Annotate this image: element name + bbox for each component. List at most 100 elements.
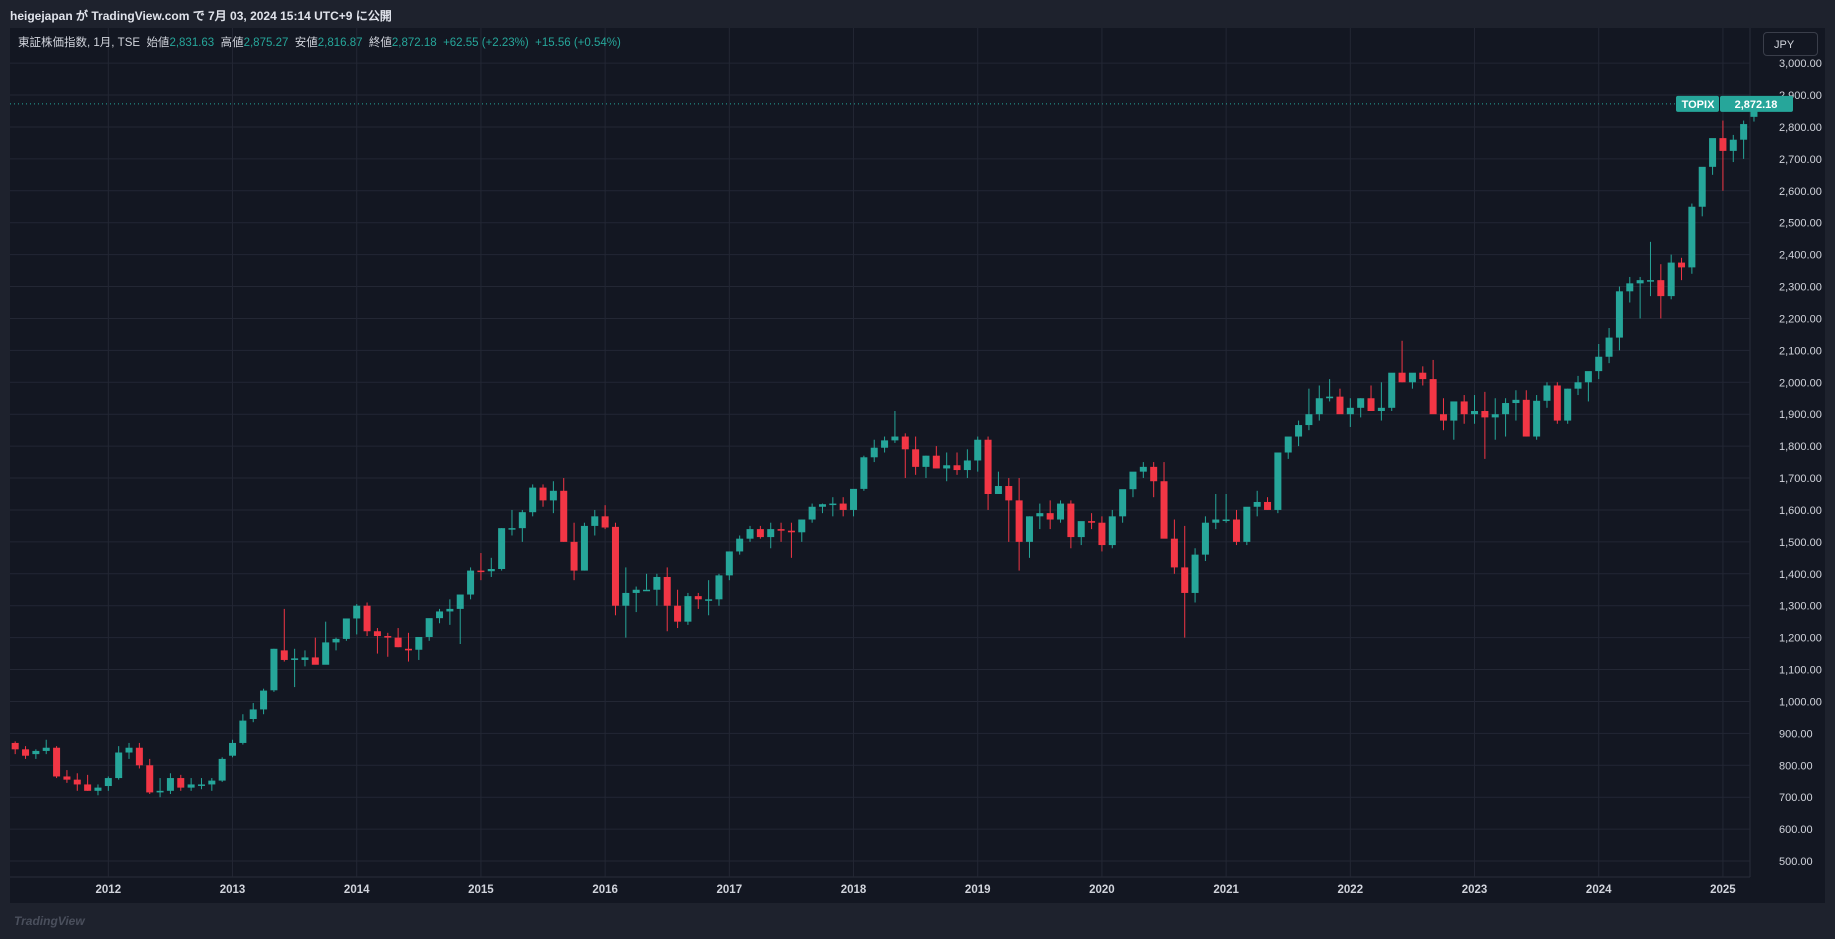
- candle-body: [115, 752, 123, 779]
- price-tick-label: 1,000.00: [1779, 696, 1822, 708]
- candle-body: [1419, 372, 1427, 380]
- candle-body: [487, 568, 495, 572]
- candle-body: [1274, 452, 1282, 510]
- candle-body: [901, 436, 909, 450]
- time-tick-label: 2019: [965, 884, 991, 896]
- candle-body: [1678, 262, 1686, 268]
- time-axis[interactable]: 2012 2013 2014 2015 2016 2017 2018 2019 2020 2021…: [96, 884, 1737, 896]
- candle-body: [197, 784, 205, 786]
- candle-body: [912, 449, 920, 467]
- candle-body: [932, 455, 940, 469]
- candlestick-chart[interactable]: 500.00 600.00 700.00 800.00 900.00 1,000.00 1,…: [10, 28, 1825, 903]
- candle-body: [1574, 382, 1582, 389]
- candle-body: [146, 765, 154, 793]
- candle-body: [166, 778, 174, 791]
- candle-body: [1605, 337, 1613, 357]
- currency-button[interactable]: JPY: [1763, 32, 1818, 56]
- candle-body: [384, 636, 392, 638]
- candle-body: [270, 648, 278, 691]
- candle-body: [1377, 407, 1385, 412]
- candle-body: [1429, 379, 1437, 415]
- candle-body: [725, 551, 733, 576]
- close-value: 2,872.18: [391, 37, 437, 49]
- price-tick-label: 1,800.00: [1779, 441, 1822, 453]
- tradingview-logo: TradingView: [14, 914, 85, 928]
- price-tick-label: 1,900.00: [1779, 409, 1822, 421]
- candle-body: [1243, 506, 1251, 542]
- price-axis[interactable]: 500.00 600.00 700.00 800.00 900.00 1,000.00 1,…: [1779, 58, 1822, 868]
- candle-body: [1005, 486, 1013, 501]
- candle-body: [1098, 522, 1106, 546]
- candle-body: [1139, 466, 1147, 472]
- candle-body: [643, 589, 651, 592]
- candle-body: [467, 570, 475, 595]
- candle-body: [1346, 407, 1354, 415]
- candle-body: [229, 742, 237, 756]
- candle-body: [394, 637, 402, 648]
- candle-body: [684, 596, 692, 622]
- candle-body: [570, 541, 578, 571]
- publish-line: heigejapan が TradingView.com で 7月 03, 20…: [10, 9, 392, 23]
- candle-body: [125, 747, 133, 753]
- candle-body: [1502, 403, 1510, 415]
- time-tick-label: 2015: [468, 884, 494, 896]
- candle-body: [694, 596, 702, 600]
- candle-body: [1626, 283, 1634, 292]
- candle-body: [1025, 516, 1033, 542]
- close-label: 終値: [368, 37, 392, 49]
- candle-body: [1595, 356, 1603, 372]
- price-tick-label: 1,600.00: [1779, 505, 1822, 517]
- change2-value: +15.56 (+0.54%): [535, 37, 621, 49]
- candle-body: [1439, 414, 1447, 421]
- symbol-tag-label: TOPIX: [1682, 99, 1715, 111]
- candle-body: [456, 594, 464, 609]
- time-tick-label: 2012: [96, 884, 122, 896]
- price-tick-label: 500.00: [1779, 856, 1813, 868]
- candle-body: [1709, 138, 1717, 167]
- price-tick-label: 2,000.00: [1779, 377, 1822, 389]
- candle-body: [373, 631, 381, 637]
- candle-body: [22, 749, 30, 756]
- candle-body: [1491, 414, 1499, 418]
- time-tick-label: 2022: [1338, 884, 1364, 896]
- candle-body: [156, 790, 164, 793]
- candle-body: [1357, 398, 1365, 408]
- candle-body: [1553, 385, 1561, 421]
- symbol-label[interactable]: 東証株価指数, 1月, TSE: [18, 37, 140, 49]
- candle-body: [477, 570, 485, 573]
- candle-body: [53, 747, 61, 777]
- candle-body: [135, 747, 143, 766]
- candle-body: [653, 576, 661, 590]
- candle-body: [1657, 280, 1665, 297]
- candle-body: [301, 657, 309, 660]
- price-tick-label: 2,600.00: [1779, 186, 1822, 198]
- publish-header: heigejapan が TradingView.com で 7月 03, 20…: [0, 0, 1835, 28]
- candle-body: [1367, 398, 1375, 412]
- candle-body: [777, 529, 785, 531]
- candle-body: [1129, 471, 1137, 490]
- candle-body: [1232, 519, 1240, 542]
- candle-body: [549, 490, 557, 501]
- candle-body: [963, 460, 971, 471]
- candle-body: [1481, 411, 1489, 418]
- candle-body: [1688, 206, 1696, 268]
- candle-body: [1533, 400, 1541, 437]
- candle-body: [994, 486, 1002, 494]
- candle-body: [260, 690, 268, 710]
- candle-body: [1522, 399, 1530, 437]
- candle-body: [1336, 396, 1344, 415]
- candle-body: [187, 784, 195, 788]
- candle-body: [1564, 388, 1572, 421]
- candle-body: [42, 747, 50, 751]
- candle-body: [94, 787, 102, 791]
- time-tick-label: 2020: [1089, 884, 1115, 896]
- candle-body: [1295, 425, 1303, 437]
- last-price-line: TOPIX 2,872.18: [10, 95, 1793, 112]
- price-tick-label: 1,700.00: [1779, 473, 1822, 485]
- price-tick-label: 900.00: [1779, 728, 1813, 740]
- chart-area[interactable]: 500.00 600.00 700.00 800.00 900.00 1,000.00 1,…: [10, 28, 1825, 903]
- candle-body: [404, 648, 412, 651]
- candle-body: [11, 742, 19, 750]
- candle-body: [1636, 280, 1644, 284]
- candle-body: [1615, 291, 1623, 338]
